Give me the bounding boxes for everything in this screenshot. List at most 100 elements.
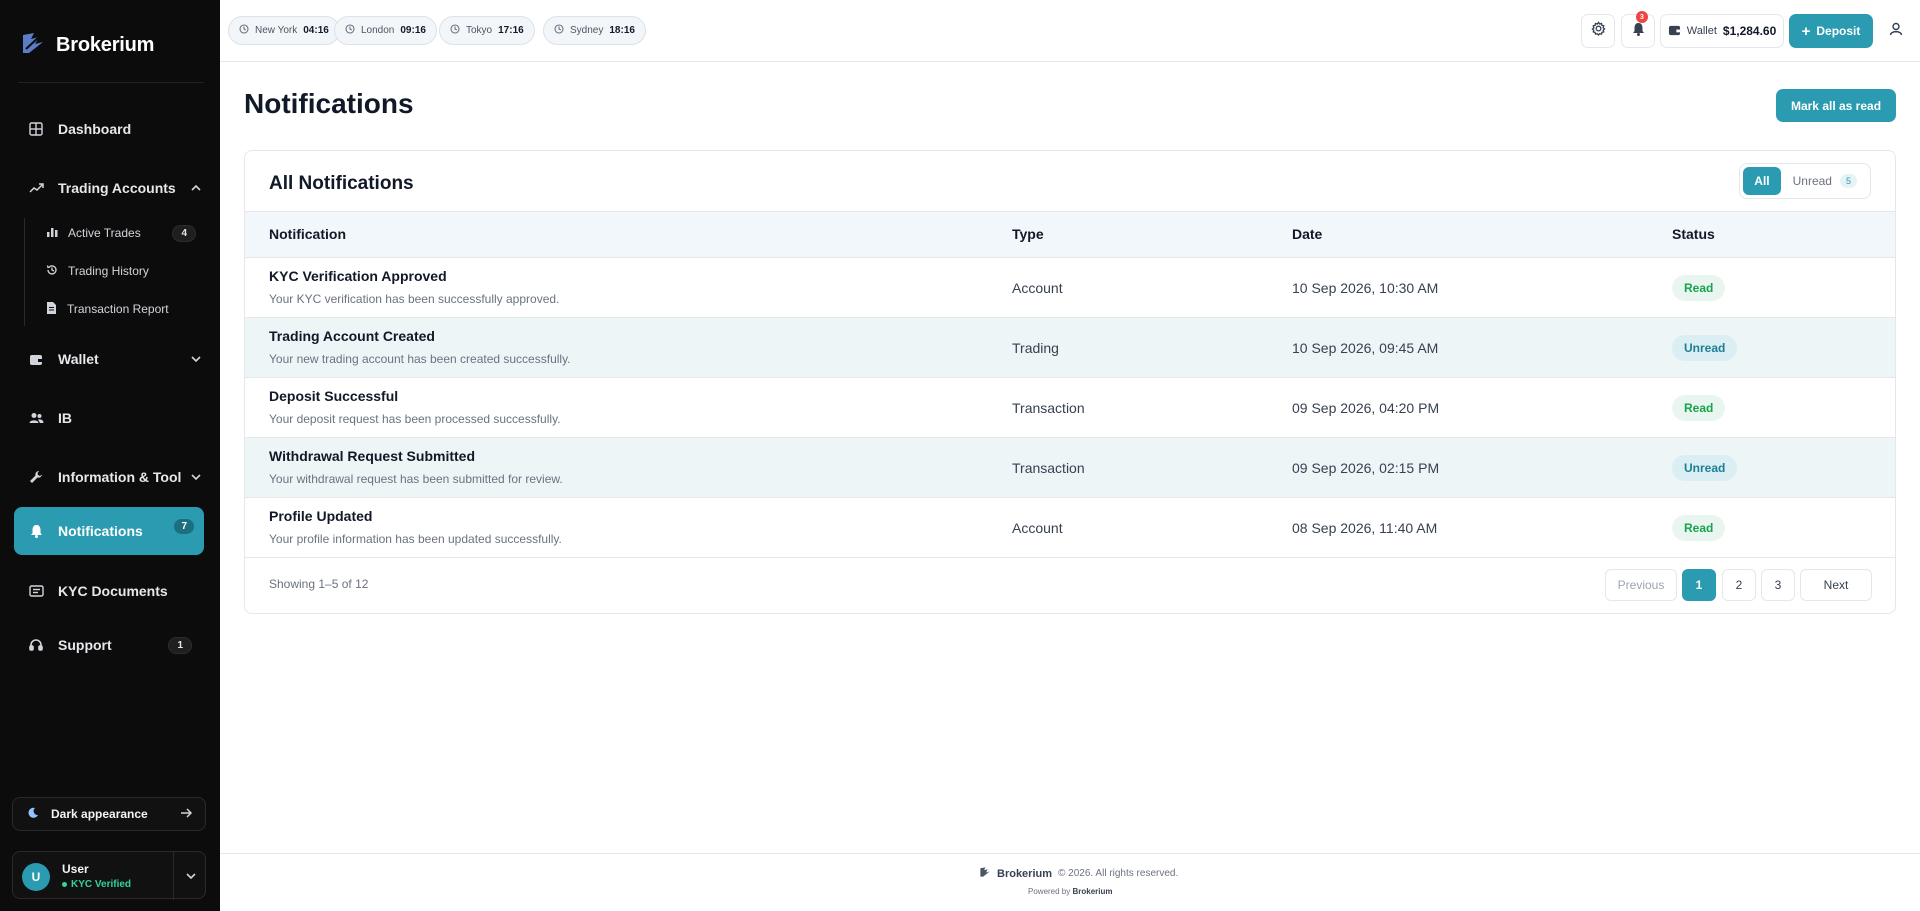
- grid-icon: [28, 121, 44, 137]
- notification-date: 10 Sep 2026, 10:30 AM: [1292, 280, 1439, 296]
- bar-chart-icon: [46, 226, 58, 241]
- status-badge: Unread: [1672, 455, 1738, 481]
- chevron-down-icon[interactable]: [190, 352, 202, 368]
- dark-appearance-toggle[interactable]: Dark appearance: [12, 797, 206, 831]
- clock-time: 17:16: [498, 25, 524, 36]
- support-badge: 1: [168, 636, 192, 654]
- pagination-next[interactable]: Next: [1800, 569, 1872, 601]
- sidebar-item-label: Notifications: [58, 523, 143, 539]
- sidebar-subitem-label: Active Trades: [68, 226, 141, 240]
- clock-time: 18:16: [609, 25, 635, 36]
- sidebar-item-label: Wallet: [58, 351, 99, 367]
- profile-button[interactable]: [1880, 14, 1912, 48]
- powered-by-prefix: Powered by: [1028, 887, 1071, 896]
- wallet-icon: [1668, 24, 1681, 39]
- moon-icon: [27, 807, 39, 822]
- clock-icon: [239, 24, 249, 37]
- sidebar-item-trading-accounts[interactable]: Trading Accounts: [14, 168, 204, 208]
- wallet-button[interactable]: Wallet $1,284.60: [1660, 14, 1784, 48]
- notification-description: Your KYC verification has been successfu…: [269, 292, 560, 306]
- id-card-icon: [28, 583, 44, 599]
- table-row[interactable]: Trading Account Created Your new trading…: [245, 318, 1895, 378]
- pagination-page-1[interactable]: 1: [1682, 569, 1716, 601]
- notification-title: Profile Updated: [269, 508, 373, 524]
- notification-description: Your deposit request has been processed …: [269, 412, 561, 426]
- notification-type: Transaction: [1012, 400, 1085, 416]
- notification-type: Transaction: [1012, 460, 1085, 476]
- column-header-status: Status: [1672, 226, 1715, 242]
- unread-count-badge: 5: [1839, 174, 1857, 188]
- brand[interactable]: Brokerium: [20, 30, 154, 61]
- notification-date: 09 Sep 2026, 04:20 PM: [1292, 400, 1440, 416]
- clock-tokyo: Tokyo 17:16: [439, 16, 535, 45]
- kyc-status-dot: [62, 882, 67, 887]
- bell-icon: [28, 523, 44, 539]
- deposit-button[interactable]: + Deposit: [1789, 14, 1873, 48]
- clock-icon: [450, 24, 460, 37]
- sidebar-item-dashboard[interactable]: Dashboard: [14, 109, 204, 149]
- plus-icon: +: [1801, 22, 1811, 40]
- sidebar-item-label: Trading Accounts: [58, 180, 176, 196]
- settings-button[interactable]: [1581, 14, 1615, 48]
- footer-divider: [220, 853, 1920, 854]
- notification-title: Withdrawal Request Submitted: [269, 448, 476, 464]
- clock-london: London 09:16: [334, 16, 437, 45]
- footer-brand: Brokerium: [997, 867, 1053, 880]
- status-badge: Read: [1672, 515, 1726, 541]
- clock-icon: [345, 24, 355, 37]
- clock-time: 04:16: [303, 25, 329, 36]
- sidebar-item-label: IB: [58, 410, 72, 426]
- pagination-page-3[interactable]: 3: [1761, 569, 1795, 601]
- sidebar-item-notifications[interactable]: Notifications 7: [14, 507, 204, 555]
- sidebar-subitem-active-trades[interactable]: Active Trades 4: [46, 219, 196, 247]
- notification-description: Your withdrawal request has been submitt…: [269, 472, 563, 486]
- table-row[interactable]: Deposit Successful Your deposit request …: [245, 378, 1895, 438]
- footer-copyright: © 2026. All rights reserved.: [1058, 868, 1179, 879]
- avatar: U: [22, 863, 50, 891]
- sidebar-item-support[interactable]: Support 1: [14, 625, 204, 665]
- chevron-down-icon[interactable]: [185, 869, 197, 887]
- table-row[interactable]: Profile Updated Your profile information…: [245, 498, 1895, 558]
- filter-unread-button[interactable]: Unread 5: [1785, 167, 1867, 195]
- notification-type: Account: [1012, 520, 1063, 536]
- sidebar-item-information-tool[interactable]: Information & Tool: [14, 457, 204, 497]
- clock-time: 09:16: [400, 25, 426, 36]
- sidebar-item-kyc-documents[interactable]: KYC Documents: [14, 571, 204, 611]
- footer: Brokerium © 2026. All rights reserved.: [979, 866, 1178, 881]
- gear-icon: [1590, 21, 1606, 41]
- notifications-button[interactable]: 3: [1621, 11, 1655, 48]
- notifications-badge: 7: [174, 519, 194, 534]
- brand-divider: [18, 82, 204, 83]
- brokerium-logo-icon: [979, 866, 991, 881]
- chevron-down-icon[interactable]: [190, 470, 202, 486]
- notification-date: 09 Sep 2026, 02:15 PM: [1292, 460, 1440, 476]
- mark-all-read-button[interactable]: Mark all as read: [1776, 89, 1896, 122]
- user-card[interactable]: U User KYC Verified: [12, 851, 206, 900]
- chevron-up-icon[interactable]: [190, 181, 202, 197]
- active-trades-badge: 4: [172, 224, 196, 242]
- table-row[interactable]: KYC Verification Approved Your KYC verif…: [245, 258, 1895, 318]
- deposit-label: Deposit: [1816, 24, 1861, 38]
- notification-description: Your profile information has been update…: [269, 532, 562, 546]
- notification-date: 08 Sep 2026, 11:40 AM: [1292, 520, 1438, 536]
- sidebar-item-wallet[interactable]: Wallet: [14, 339, 204, 379]
- filter-all-button[interactable]: All: [1743, 167, 1781, 195]
- pagination-previous[interactable]: Previous: [1605, 569, 1677, 601]
- sidebar-item-ib[interactable]: IB: [14, 398, 204, 438]
- sidebar-subitem-transaction-report[interactable]: Transaction Report: [46, 295, 196, 323]
- footer-powered-by: Powered by Brokerium: [1028, 887, 1113, 896]
- notification-description: Your new trading account has been create…: [269, 352, 571, 366]
- column-header-type: Type: [1012, 226, 1044, 242]
- submenu-guide-line: [24, 218, 25, 326]
- wallet-label: Wallet: [1686, 25, 1717, 37]
- notifications-card: All Notifications All Unread 5 Notificat…: [244, 150, 1896, 614]
- notification-count-badge: 3: [1636, 11, 1648, 23]
- sidebar-subitem-trading-history[interactable]: Trading History: [46, 257, 196, 285]
- powered-by-brand[interactable]: Brokerium: [1072, 887, 1112, 896]
- pagination-page-2[interactable]: 2: [1722, 569, 1756, 601]
- notification-date: 10 Sep 2026, 09:45 AM: [1292, 340, 1439, 356]
- user-icon: [1889, 22, 1903, 41]
- table-row[interactable]: Withdrawal Request Submitted Your withdr…: [245, 438, 1895, 498]
- status-badge: Read: [1672, 395, 1726, 421]
- pagination-summary: Showing 1–5 of 12: [269, 577, 369, 591]
